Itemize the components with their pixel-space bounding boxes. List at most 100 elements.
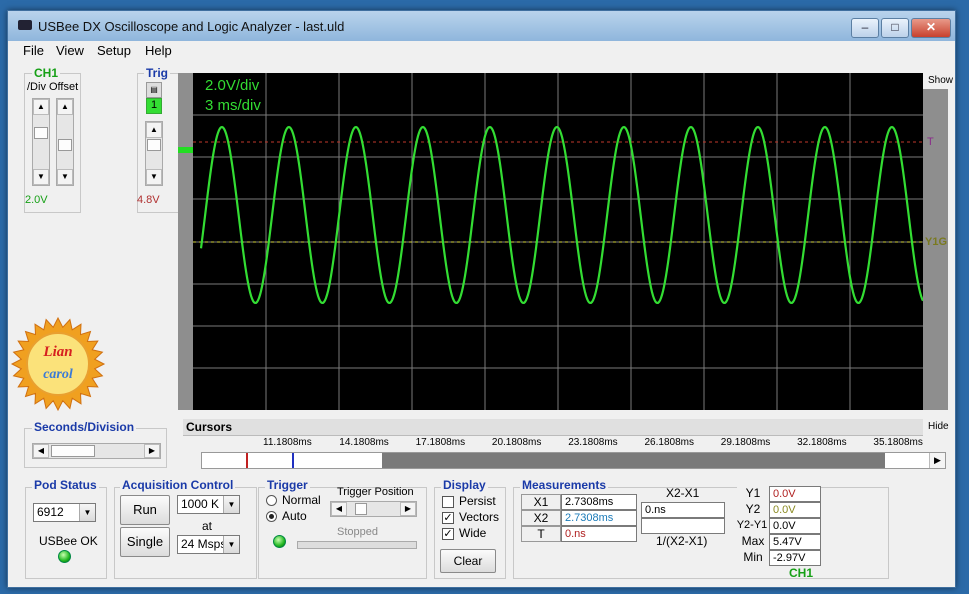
close-button[interactable]: ✕ [911, 18, 951, 38]
trigger-position-scroll[interactable]: ◀ ▶ [330, 501, 417, 517]
x2-value: 2.7308ms [561, 510, 637, 526]
trigger-level-strip[interactable] [178, 73, 193, 410]
pod-select-value: 6912 [37, 505, 64, 519]
scroll-left-icon[interactable]: ◀ [331, 502, 347, 516]
measurements-label: Measurements [520, 478, 609, 492]
cursor-tick-label: 29.1808ms [720, 437, 771, 448]
inverse-value [641, 518, 725, 534]
hide-label[interactable]: Hide [928, 421, 949, 432]
scroll-down-icon[interactable]: ▼ [33, 169, 49, 185]
persist-checkbox[interactable] [442, 496, 454, 508]
cursor-tick-label: 17.1808ms [415, 437, 466, 448]
menu-setup[interactable]: Setup [97, 43, 131, 58]
logo-bottom-text: carol [43, 367, 73, 382]
max-label: Max [737, 534, 769, 550]
trigger-level-marker[interactable] [178, 147, 193, 153]
pod-status-group [25, 487, 107, 579]
clear-button[interactable]: Clear [440, 549, 496, 573]
t-value: 0.ns [561, 526, 637, 542]
trigger-auto-radio[interactable] [266, 511, 277, 522]
x2-x1-label: X2-X1 [666, 486, 700, 500]
scroll-thumb[interactable] [58, 139, 72, 151]
cursor-tick-label: 11.1808ms [263, 437, 312, 448]
y2-y1-label: Y2-Y1 [735, 518, 769, 534]
chevron-down-icon[interactable]: ▼ [79, 504, 95, 521]
trig-level-scroll[interactable]: ▲ ▼ [145, 121, 163, 186]
min-label: Min [737, 550, 769, 566]
seconds-division-scroll[interactable]: ◀ ▶ [32, 443, 161, 459]
run-button[interactable]: Run [120, 495, 170, 525]
chevron-down-icon[interactable]: ▼ [223, 496, 239, 513]
cursor-x2-marker[interactable] [292, 453, 294, 468]
pod-status-label: Pod Status [32, 478, 99, 492]
wide-checkbox[interactable]: ✓ [442, 528, 454, 540]
menu-view[interactable]: View [56, 43, 84, 58]
sample-rate-select[interactable]: 24 Msps ▼ [177, 535, 240, 554]
ch1-offset-scroll[interactable]: ▲ ▼ [56, 98, 74, 186]
scroll-up-icon[interactable]: ▲ [57, 99, 73, 115]
display-label: Display [441, 478, 488, 492]
cursor-tick-label: 20.1808ms [491, 437, 542, 448]
cursor-tick-label: 14.1808ms [339, 437, 389, 448]
scroll-down-icon[interactable]: ▼ [57, 169, 73, 185]
sample-rate-value: 24 Msps [181, 537, 227, 551]
chevron-down-icon[interactable]: ▼ [223, 536, 239, 553]
time-div-readout: 3 ms/div [205, 97, 261, 114]
seconds-division-label: Seconds/Division [32, 420, 137, 434]
show-label[interactable]: Show [928, 75, 953, 86]
trigger-progress-bar [297, 541, 417, 549]
trigger-led-icon [273, 535, 286, 548]
trig-channel-button[interactable]: 1 [146, 98, 162, 114]
trigger-auto-label: Auto [282, 509, 307, 523]
menu-help[interactable]: Help [145, 43, 172, 58]
cursor-tick-label: 35.1808ms [873, 437, 923, 448]
single-button[interactable]: Single [120, 527, 170, 557]
logo-top-text: Lian [42, 344, 72, 360]
scroll-up-icon[interactable]: ▲ [33, 99, 49, 115]
app-icon [18, 20, 32, 30]
pod-select[interactable]: 6912 ▼ [33, 503, 96, 522]
scroll-up-icon[interactable]: ▲ [146, 122, 162, 138]
ch1-volts-scroll[interactable]: ▲ ▼ [32, 98, 50, 186]
max-value: 5.47V [769, 534, 821, 550]
sample-depth-select[interactable]: 1000 K ▼ [177, 495, 240, 514]
trig-edge-icon[interactable]: ▤ [146, 82, 162, 98]
vectors-label: Vectors [459, 510, 500, 524]
menu-file[interactable]: File [23, 43, 44, 58]
scroll-left-icon[interactable]: ◀ [33, 444, 49, 458]
maximize-button[interactable]: □ [881, 18, 909, 38]
x1-value: 2.7308ms [561, 494, 637, 510]
trig-level-value: 4.8V [137, 194, 160, 206]
scroll-right-icon[interactable]: ▶ [929, 453, 945, 468]
pod-status-text: USBee OK [39, 534, 98, 548]
cursor-bar[interactable]: ▶ [201, 452, 946, 469]
trigger-normal-radio[interactable] [266, 495, 277, 506]
cursor-tick-label: 23.1808ms [568, 437, 618, 448]
trigger-label: Trigger [265, 478, 310, 492]
ch1-label: CH1 [32, 66, 61, 80]
vectors-checkbox[interactable]: ✓ [442, 512, 454, 524]
scroll-thumb[interactable] [51, 445, 95, 457]
cursor-time-ticks: 11.1808ms 14.1808ms 17.1808ms 20.1808ms 23.1… [183, 437, 923, 451]
scroll-thumb[interactable] [355, 503, 367, 515]
scroll-down-icon[interactable]: ▼ [146, 169, 162, 185]
scroll-right-icon[interactable]: ▶ [144, 444, 160, 458]
scroll-right-icon[interactable]: ▶ [400, 502, 416, 516]
scope-display[interactable]: 2.0V/div 3 ms/div [193, 73, 923, 410]
trigger-state-text: Stopped [337, 526, 378, 538]
cursor-x1-marker[interactable] [246, 453, 248, 468]
cursor-scroll-track [382, 453, 885, 468]
cursor-tick-label: 26.1808ms [644, 437, 694, 448]
t-label: T [521, 526, 561, 542]
scroll-thumb[interactable] [147, 139, 161, 151]
y2-y1-value: 0.0V [769, 518, 821, 534]
menu-bar: File View Setup Help [8, 41, 955, 61]
sample-depth-value: 1000 K [181, 497, 220, 511]
volts-div-readout: 2.0V/div [205, 77, 260, 94]
wide-label: Wide [459, 526, 487, 540]
acquisition-label: Acquisition Control [120, 478, 236, 492]
ch1-div-offset-label: /Div Offset [27, 81, 79, 93]
pod-ok-led-icon [58, 550, 71, 563]
scroll-thumb[interactable] [34, 127, 48, 139]
minimize-button[interactable]: – [851, 18, 879, 38]
